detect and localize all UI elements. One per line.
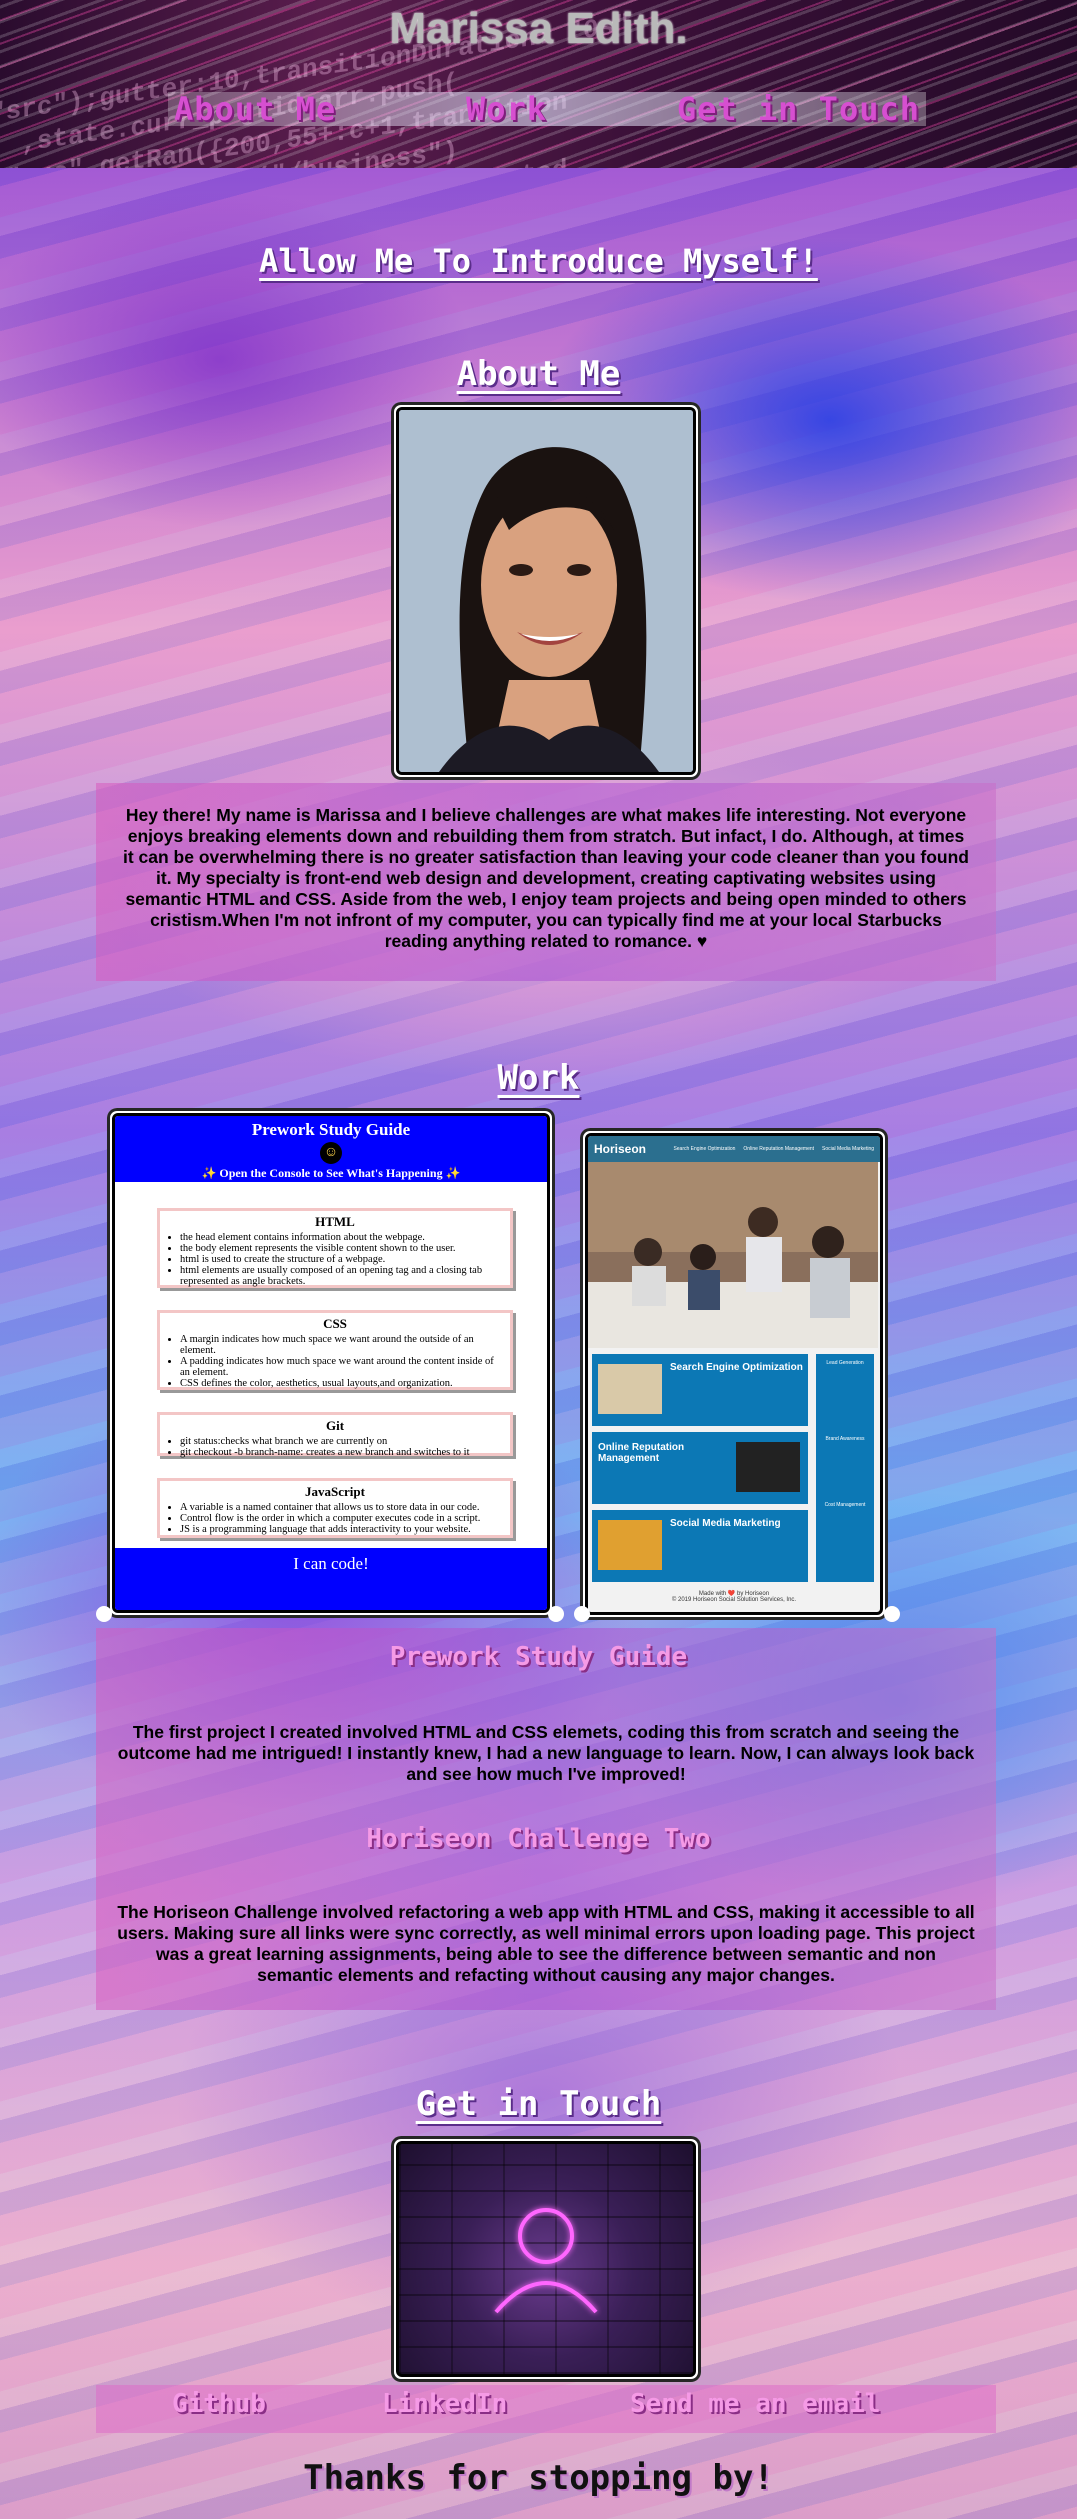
about-bio-text: Hey there! My name is Marissa and I beli… — [122, 805, 969, 951]
list-item: A variable is a named container that all… — [180, 1502, 504, 1513]
horiseon-nav: Search Engine Optimization Online Reputa… — [673, 1146, 874, 1152]
card-title: CSS — [323, 1316, 347, 1331]
contact-image-frame — [391, 2136, 701, 2382]
horiseon-nav-item: Search Engine Optimization — [673, 1146, 736, 1152]
list-item: the body element represents the visible … — [180, 1243, 504, 1254]
horiseon-screenshot: Horiseon Search Engine Optimization Onli… — [585, 1133, 883, 1615]
horiseon-hero-image — [588, 1162, 878, 1348]
list-item: CSS defines the color, aesthetics, usual… — [180, 1378, 504, 1389]
main-nav: About Me Work Get in Touch — [168, 90, 926, 128]
horiseon-block-social: Social Media Marketing — [592, 1510, 808, 1582]
seo-image — [598, 1364, 662, 1414]
project-title-horiseon[interactable]: Horiseon Challenge Two — [0, 1824, 1077, 1854]
prework-banner: Prework Study Guide ☺ ✨ Open the Console… — [115, 1116, 547, 1182]
decor-dot — [574, 1606, 590, 1622]
prework-card-html: HTML the head element contains informati… — [157, 1208, 513, 1288]
about-heading: About Me — [456, 354, 621, 394]
horiseon-nav-item: Online Reputation Management — [743, 1146, 815, 1152]
github-link[interactable]: Github — [172, 2389, 266, 2419]
work-heading: Work — [497, 1058, 580, 1098]
block-title: Online Reputation Management — [598, 1442, 685, 1464]
prework-title: Prework Study Guide — [251, 1120, 411, 1139]
prework-card-javascript: JavaScript A variable is a named contain… — [157, 1478, 513, 1538]
prework-footer-text: I can code! — [293, 1554, 369, 1573]
list-item: the head element contains information ab… — [180, 1232, 504, 1243]
footer-thanks: Thanks for stopping by! — [303, 2458, 774, 2498]
horiseon-footer-text: Made with ❤️ by Horiseon — [698, 1591, 770, 1597]
prework-preview-frame[interactable]: Prework Study Guide ☺ ✨ Open the Console… — [107, 1108, 555, 1618]
prework-screenshot: Prework Study Guide ☺ ✨ Open the Console… — [112, 1113, 550, 1613]
contact-links-bar: Github LinkedIn Send me an email — [96, 2385, 996, 2433]
smiley-icon: ☺ — [320, 1142, 342, 1164]
list-item: html is used to create the structure of … — [180, 1254, 504, 1265]
card-title: HTML — [315, 1214, 355, 1229]
horiseon-block-reputation: Online Reputation Management — [592, 1432, 808, 1504]
portrait-illustration — [399, 410, 693, 772]
project-title-prework[interactable]: Prework Study Guide — [0, 1642, 1077, 1672]
prework-console-banner: ✨ Open the Console to See What's Happeni… — [201, 1166, 461, 1180]
nav-link-about[interactable]: About Me — [174, 90, 336, 128]
list-item: A margin indicates how much space we wan… — [180, 1334, 504, 1356]
email-link[interactable]: Send me an email — [630, 2389, 880, 2419]
horiseon-footer: Made with ❤️ by Horiseon © 2019 Horiseon… — [588, 1590, 880, 1603]
nav-link-work[interactable]: Work — [466, 90, 547, 128]
social-image — [598, 1520, 662, 1570]
decor-dot — [884, 1606, 900, 1622]
card-title: JavaScript — [305, 1484, 365, 1499]
horiseon-copyright: © 2019 Horiseon Social Solution Services… — [671, 1597, 797, 1603]
list-item: git status:checks what branch we are cur… — [180, 1436, 504, 1447]
linkedin-link[interactable]: LinkedIn — [382, 2389, 507, 2419]
list-item: Control flow is the order in which a com… — [180, 1513, 504, 1524]
horiseon-nav-item: Social Media Marketing — [822, 1146, 874, 1152]
decor-dot — [548, 1606, 564, 1622]
about-bio-panel: Hey there! My name is Marissa and I beli… — [96, 783, 996, 981]
sidebar-title: Cost Management — [824, 1502, 866, 1508]
reputation-image — [736, 1442, 800, 1492]
list-item: git checkout -b branch-name: creates a n… — [180, 1447, 504, 1458]
prework-footer: I can code! — [115, 1548, 547, 1610]
horiseon-header: Horiseon Search Engine Optimization Onli… — [588, 1136, 880, 1162]
horiseon-block-seo: Search Engine Optimization — [592, 1354, 808, 1426]
card-title: Git — [325, 1418, 345, 1433]
site-brand[interactable]: Marissa Edith. — [0, 4, 1077, 54]
list-item: html elements are usually composed of an… — [180, 1265, 504, 1287]
horiseon-preview-frame[interactable]: Horiseon Search Engine Optimization Onli… — [580, 1128, 888, 1620]
horiseon-logo: Horiseon — [594, 1142, 647, 1156]
decor-dot — [96, 1606, 112, 1622]
block-title: Search Engine Optimization — [670, 1362, 803, 1373]
contact-image — [396, 2141, 696, 2377]
prework-card-css: CSS A margin indicates how much space we… — [157, 1310, 513, 1390]
sidebar-title: Lead Generation — [826, 1360, 864, 1366]
portrait-frame — [391, 402, 701, 780]
list-item: A padding indicates how much space we wa… — [180, 1356, 504, 1378]
nav-link-contact[interactable]: Get in Touch — [677, 90, 920, 128]
intro-title: Allow Me To Introduce Myself! — [259, 242, 818, 280]
site-header: "src");gutter:10,transitionDuration: "0s… — [0, 0, 1077, 168]
portrait-photo — [396, 407, 696, 775]
contact-heading: Get in Touch — [415, 2084, 662, 2124]
sidebar-title: Brand Awareness — [825, 1436, 865, 1442]
list-item: JS is a programming language that adds i… — [180, 1524, 504, 1535]
project-description-horiseon: The Horiseon Challenge involved refactor… — [117, 1902, 975, 1985]
horiseon-sidebar: Lead Generation Brand Awareness Cost Man… — [816, 1354, 874, 1582]
block-title: Social Media Marketing — [670, 1518, 781, 1529]
project-description-prework: The first project I created involved HTM… — [117, 1722, 975, 1784]
prework-card-git: Git git status:checks what branch we are… — [157, 1412, 513, 1458]
user-icon — [494, 2208, 598, 2314]
